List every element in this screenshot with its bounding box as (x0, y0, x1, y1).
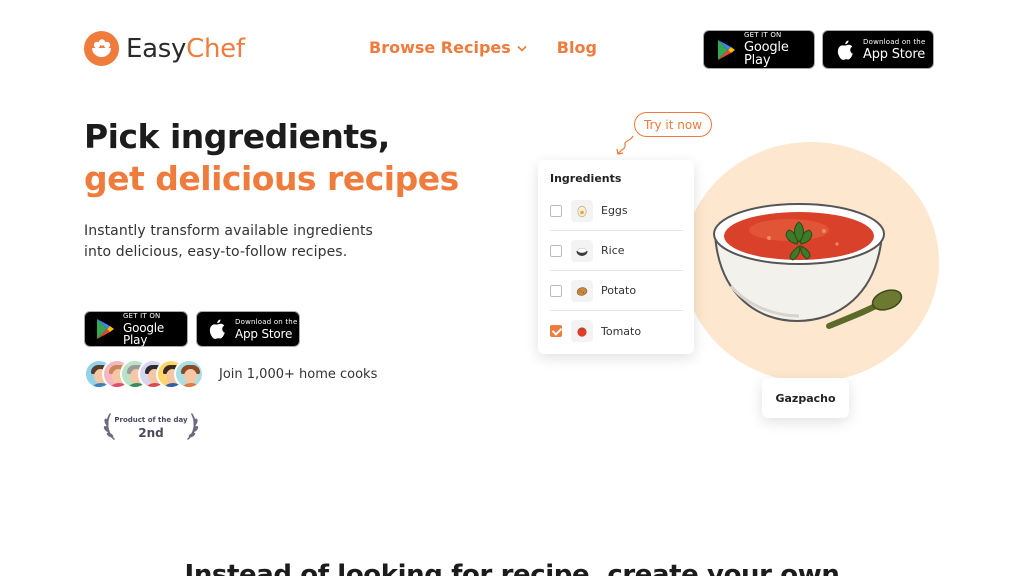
avatar (174, 359, 204, 389)
hero-headline-line1: Pick ingredients, (84, 117, 390, 156)
section-heading: Instead of looking for recipe, create yo… (184, 560, 840, 576)
google-play-big-text: Google Play (123, 320, 165, 347)
rice-icon (571, 239, 593, 262)
app-store-big-text: App Store (235, 326, 293, 341)
google-play-small-text: GET IT ON (123, 311, 161, 320)
ingredient-label: Tomato (601, 324, 642, 338)
badge-title: Product of the day (114, 416, 188, 424)
gazpacho-bowl-illustration (713, 203, 903, 329)
hero-app-store-button[interactable]: Download on the App Store (196, 311, 300, 347)
header-google-play-button[interactable]: GET IT ON Google Play (703, 30, 815, 69)
ingredient-checkbox-checked[interactable] (550, 325, 562, 337)
nav-blog[interactable]: Blog (557, 38, 597, 57)
egg-icon (571, 199, 593, 222)
brand-logo[interactable]: EasyChef (84, 31, 245, 66)
google-play-icon (718, 39, 735, 60)
curly-arrow-icon (616, 135, 634, 155)
nav-browse-recipes[interactable]: Browse Recipes (369, 38, 527, 57)
ingredient-checkbox[interactable] (550, 244, 562, 257)
google-play-icon (97, 319, 114, 339)
app-store-big-text: App Store (863, 46, 926, 62)
apple-icon (837, 40, 853, 60)
brand-name: EasyChef (126, 34, 245, 64)
ingredient-label: Rice (601, 244, 625, 257)
ingredient-label: Potato (601, 284, 637, 297)
ingredient-row-rice[interactable]: Rice (550, 231, 683, 271)
hero-subtitle-line1: Instantly transform available ingredient… (84, 223, 373, 239)
chevron-down-icon (517, 45, 527, 52)
recipe-result-card[interactable]: Gazpacho (762, 378, 849, 418)
tomato-icon (571, 320, 593, 342)
header-app-store-button[interactable]: Download on the App Store (822, 30, 934, 69)
ingredient-checkbox[interactable] (550, 284, 562, 297)
brand-name-part2: Chef (186, 33, 245, 64)
hero-headline-line2: get delicious recipes (84, 159, 459, 198)
potato-icon (571, 279, 593, 302)
ingredient-row-eggs[interactable]: Eggs (550, 191, 683, 231)
ingredient-row-tomato[interactable]: Tomato (550, 311, 683, 351)
main-nav: Browse Recipes Blog (369, 38, 597, 57)
recipe-name: Gazpacho (775, 391, 836, 405)
try-it-now-label: Try it now (643, 117, 703, 132)
ingredient-checkbox[interactable] (550, 204, 562, 217)
product-of-the-day-badge[interactable]: Product of the day 2nd (102, 409, 200, 443)
badge-rank: 2nd (138, 426, 164, 440)
ingredients-panel: Ingredients Eggs Rice Potato Tomato (538, 160, 694, 354)
ingredient-label: Eggs (601, 204, 628, 217)
brand-name-part1: Easy (126, 33, 187, 64)
hero-google-play-button[interactable]: GET IT ON Google Play (84, 311, 188, 347)
nav-browse-label: Browse Recipes (369, 38, 511, 57)
social-proof-text: Join 1,000+ home cooks (219, 367, 378, 382)
hero-subtitle-line2: into delicious, easy-to-follow recipes. (84, 244, 348, 260)
google-play-big-text: Google Play (744, 40, 789, 68)
apple-icon (209, 319, 225, 339)
ingredient-row-potato[interactable]: Potato (550, 271, 683, 311)
google-play-small-text: GET IT ON (744, 31, 782, 39)
nav-blog-label: Blog (556, 38, 597, 57)
app-store-small-text: Download on the (863, 37, 926, 46)
try-it-now-button[interactable]: Try it now (634, 112, 712, 137)
avatar-group (84, 359, 204, 389)
ingredients-panel-title: Ingredients (550, 172, 622, 185)
bowl-logo-icon (84, 31, 119, 66)
app-store-small-text: Download on the (235, 317, 298, 326)
